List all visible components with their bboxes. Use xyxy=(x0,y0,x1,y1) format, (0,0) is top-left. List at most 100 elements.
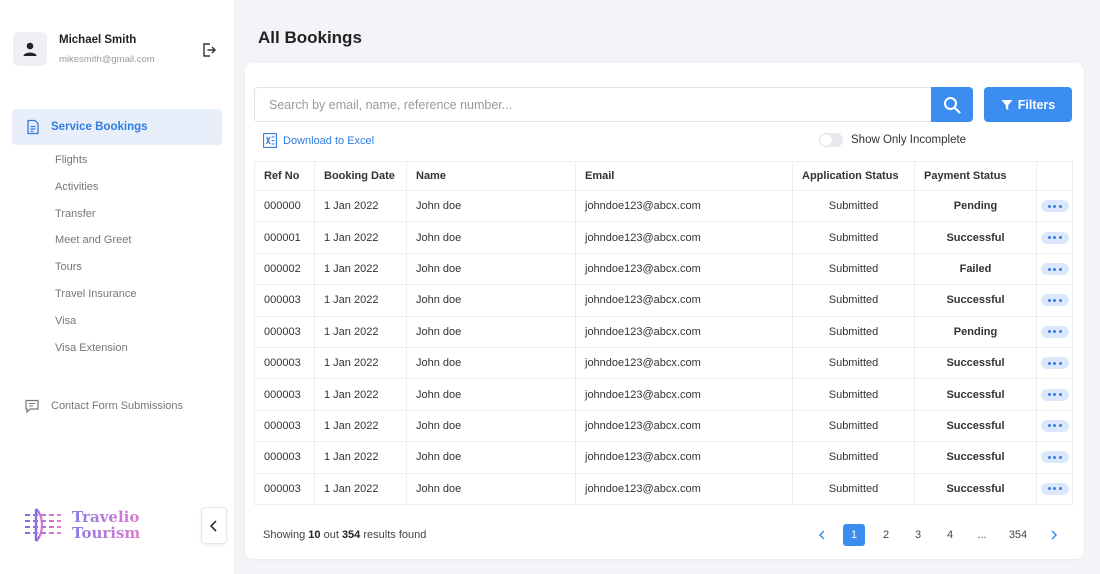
table-row[interactable]: 000000 1 Jan 2022 John doe johndoe123@abcx.… xyxy=(254,189,1073,223)
cell-booking-date: 1 Jan 2022 xyxy=(314,252,407,286)
search-icon xyxy=(944,96,961,114)
table-header-row: Ref No Booking Date Name Email Applicati… xyxy=(254,161,1073,191)
more-options-icon[interactable] xyxy=(1040,419,1069,432)
dot xyxy=(1058,455,1062,459)
sidebar-item-service-bookings[interactable]: Service Bookings xyxy=(12,109,222,145)
page-button-2[interactable]: 2 xyxy=(875,524,897,546)
table-row[interactable]: 000003 1 Jan 2022 John doe johndoe123@abcx.… xyxy=(254,284,1073,317)
filters-button[interactable]: Filters xyxy=(984,87,1072,122)
column-header-application-status[interactable]: Application Status xyxy=(792,161,915,191)
download-excel-link[interactable]: Download to Excel xyxy=(263,133,374,148)
table-row[interactable]: 000001 1 Jan 2022 John doe johndoe123@abcx.… xyxy=(254,221,1073,254)
more-options-icon[interactable] xyxy=(1040,388,1069,401)
page-button-3[interactable]: 3 xyxy=(907,524,929,546)
sidebar-item-flights[interactable]: Flights xyxy=(55,152,137,179)
filter-icon xyxy=(1001,99,1013,110)
cell-email: johndoe123@abcx.com xyxy=(575,409,793,443)
cell-booking-date: 1 Jan 2022 xyxy=(314,472,407,505)
dot xyxy=(1053,424,1056,428)
more-options-icon[interactable] xyxy=(1040,200,1069,213)
dot xyxy=(1058,487,1062,491)
prev-page-button[interactable] xyxy=(811,524,833,546)
search-input[interactable] xyxy=(255,88,931,121)
cell-actions xyxy=(1036,472,1073,505)
column-header-email[interactable]: Email xyxy=(575,161,793,191)
dot xyxy=(1047,487,1051,491)
dot xyxy=(1047,393,1051,397)
dot xyxy=(1058,424,1062,428)
cell-payment-status: Successful xyxy=(914,221,1037,254)
show-incomplete-toggle[interactable] xyxy=(819,133,843,147)
next-page-button[interactable] xyxy=(1043,524,1065,546)
cell-email: johndoe123@abcx.com xyxy=(575,252,793,286)
sidebar-item-visa[interactable]: Visa xyxy=(55,313,137,340)
download-label: Download to Excel xyxy=(283,134,375,147)
cell-booking-date: 1 Jan 2022 xyxy=(314,315,407,348)
cell-booking-date: 1 Jan 2022 xyxy=(314,378,407,411)
summary-shown-count: 10 xyxy=(308,529,321,541)
more-options-icon[interactable] xyxy=(1040,325,1069,338)
sidebar-item-tours[interactable]: Tours xyxy=(55,259,137,286)
more-options-icon[interactable] xyxy=(1040,294,1069,307)
table-row[interactable]: 000003 1 Jan 2022 John doe johndoe123@abcx.… xyxy=(254,346,1073,380)
cell-application-status: Submitted xyxy=(792,472,915,505)
cell-name: John doe xyxy=(406,315,576,348)
table-row[interactable]: 000003 1 Jan 2022 John doe johndoe123@abcx.… xyxy=(254,315,1073,348)
dot xyxy=(1058,361,1062,365)
show-incomplete-control: Show Only Incomplete xyxy=(819,133,966,147)
sidebar-item-travel-insurance[interactable]: Travel Insurance xyxy=(55,286,137,313)
chevron-left-icon xyxy=(209,519,217,532)
message-icon xyxy=(25,399,39,414)
sidebar-item-activities[interactable]: Activities xyxy=(55,179,137,206)
page-button-1[interactable]: 1 xyxy=(843,524,865,546)
sidebar-item-visa-extension[interactable]: Visa Extension xyxy=(55,340,137,367)
page-button-4[interactable]: 4 xyxy=(939,524,961,546)
sidebar-item-meet-and-greet[interactable]: Meet and Greet xyxy=(55,232,137,259)
column-header-ref-no[interactable]: Ref No xyxy=(254,161,315,191)
dot xyxy=(1053,298,1056,302)
logout-icon[interactable] xyxy=(201,42,217,58)
cell-application-status: Submitted xyxy=(792,189,915,223)
column-header-payment-status[interactable]: Payment Status xyxy=(914,161,1037,191)
cell-ref-no: 000003 xyxy=(254,409,315,443)
search-field[interactable] xyxy=(254,87,931,122)
more-options-icon[interactable] xyxy=(1040,357,1069,370)
more-options-icon[interactable] xyxy=(1040,451,1069,464)
cell-email: johndoe123@abcx.com xyxy=(575,378,793,411)
cell-payment-status: Successful xyxy=(914,409,1037,443)
cell-application-status: Submitted xyxy=(792,409,915,443)
cell-booking-date: 1 Jan 2022 xyxy=(314,221,407,254)
search-button[interactable] xyxy=(931,87,973,122)
more-options-icon[interactable] xyxy=(1040,231,1069,244)
cell-booking-date: 1 Jan 2022 xyxy=(314,284,407,317)
dot xyxy=(1058,267,1062,271)
table-row[interactable]: 000003 1 Jan 2022 John doe johndoe123@abcx.… xyxy=(254,378,1073,411)
column-header-name[interactable]: Name xyxy=(406,161,576,191)
column-header-booking-date[interactable]: Booking Date xyxy=(314,161,407,191)
table-row[interactable]: 000003 1 Jan 2022 John doe johndoe123@abcx.… xyxy=(254,409,1073,443)
cell-application-status: Submitted xyxy=(792,252,915,286)
cell-actions xyxy=(1036,221,1073,254)
brand-line-1: Travelio xyxy=(72,508,140,526)
cell-payment-status: Failed xyxy=(914,252,1037,286)
brand-logo: Travelio Tourism xyxy=(22,506,140,544)
cell-ref-no: 000003 xyxy=(254,472,315,505)
cell-ref-no: 000001 xyxy=(254,221,315,254)
cell-ref-no: 000003 xyxy=(254,378,315,411)
collapse-sidebar-button[interactable] xyxy=(201,507,227,544)
cell-name: John doe xyxy=(406,252,576,286)
page-button-last[interactable]: 354 xyxy=(1003,524,1033,546)
sidebar-item-contact-form-submissions[interactable]: Contact Form Submissions xyxy=(24,398,183,414)
more-options-icon[interactable] xyxy=(1040,263,1069,276)
table-row[interactable]: 000002 1 Jan 2022 John doe johndoe123@abcx.… xyxy=(254,252,1073,286)
sidebar-item-transfer[interactable]: Transfer xyxy=(55,206,137,233)
cell-booking-date: 1 Jan 2022 xyxy=(314,409,407,443)
table-row[interactable]: 000003 1 Jan 2022 John doe johndoe123@abcx.… xyxy=(254,441,1073,474)
more-options-icon[interactable] xyxy=(1040,482,1069,495)
dot xyxy=(1053,267,1056,271)
cell-payment-status: Successful xyxy=(914,346,1037,380)
show-incomplete-label: Show Only Incomplete xyxy=(851,134,967,146)
table-row[interactable]: 000003 1 Jan 2022 John doe johndoe123@abcx.… xyxy=(254,472,1073,505)
filters-label: Filters xyxy=(1017,97,1056,112)
dot xyxy=(1047,236,1051,240)
